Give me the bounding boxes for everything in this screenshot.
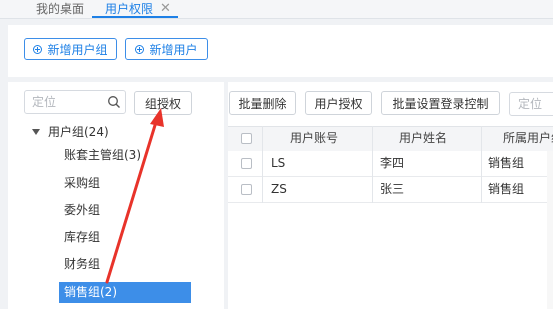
- table-scrollbar[interactable]: [547, 151, 553, 309]
- group-authorize-button[interactable]: 组授权: [134, 91, 192, 115]
- column-header-group[interactable]: 所属用户组: [503, 126, 553, 151]
- user-filter-placeholder: 定位: [518, 97, 543, 111]
- tree-item-inventory[interactable]: 库存组: [64, 228, 100, 246]
- select-all-checkbox[interactable]: [241, 133, 252, 144]
- row-checkbox[interactable]: [241, 184, 252, 195]
- column-header-name[interactable]: 用户姓名: [399, 126, 447, 151]
- add-user-button[interactable]: 新增用户: [125, 38, 208, 60]
- column-header-account[interactable]: 用户账号: [290, 126, 338, 151]
- cell-account: ZS: [271, 182, 287, 196]
- row-checkbox[interactable]: [241, 158, 252, 169]
- caret-down-icon[interactable]: [32, 129, 40, 135]
- cell-group: 销售组: [488, 156, 525, 170]
- add-user-group-button[interactable]: 新增用户组: [24, 38, 117, 60]
- add-user-label: 新增用户: [149, 42, 198, 57]
- column-divider: [372, 126, 373, 203]
- cell-group: 销售组: [488, 182, 525, 196]
- group-tree-panel: [8, 82, 224, 309]
- tab-my-desktop[interactable]: 我的桌面: [36, 0, 84, 18]
- tree-item-sales-selected[interactable]: 销售组(2): [59, 282, 191, 303]
- add-user-group-label: 新增用户组: [47, 42, 108, 57]
- tree-item-finance[interactable]: 财务组: [64, 255, 100, 273]
- tree-item-outsource[interactable]: 委外组: [64, 201, 100, 219]
- plus-circle-icon: [33, 44, 43, 54]
- column-divider: [262, 126, 263, 203]
- search-icon[interactable]: [107, 95, 121, 109]
- tree-root-user-groups[interactable]: 用户组(24): [48, 124, 109, 140]
- batch-delete-button[interactable]: 批量删除: [229, 91, 296, 115]
- batch-login-control-button[interactable]: 批量设置登录控制: [381, 91, 500, 115]
- tree-item-purchase[interactable]: 采购组: [64, 174, 100, 192]
- cell-name: 张三: [380, 182, 405, 196]
- user-authorize-button[interactable]: 用户授权: [305, 91, 372, 115]
- active-tab-indicator: [92, 16, 178, 18]
- cell-name: 李四: [380, 156, 405, 170]
- column-divider: [481, 126, 482, 203]
- tree-search-placeholder: 定位: [32, 95, 57, 109]
- plus-circle-icon: [135, 44, 145, 54]
- cell-account: LS: [271, 156, 286, 170]
- tree-item-account-admin[interactable]: 账套主管组(3): [64, 146, 141, 164]
